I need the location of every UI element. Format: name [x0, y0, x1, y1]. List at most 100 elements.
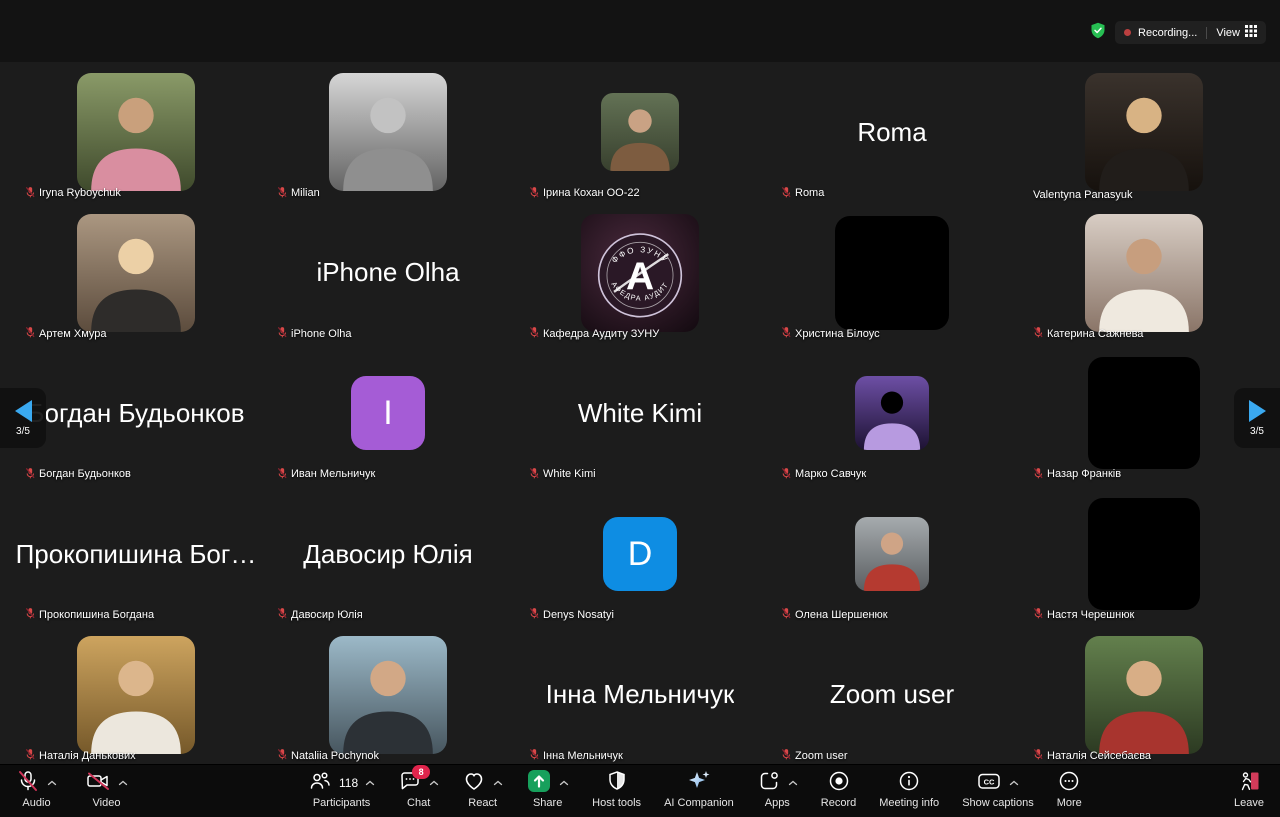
toolbar-record-button[interactable]: Record — [821, 769, 856, 809]
chevron-up-icon[interactable] — [118, 777, 128, 789]
chevron-up-icon[interactable] — [559, 777, 569, 789]
divider — [1206, 27, 1207, 39]
record-icon — [827, 769, 851, 796]
recording-status[interactable]: Recording... — [1138, 27, 1197, 39]
toolbar-meeting-info-button[interactable]: Meeting info — [879, 769, 939, 809]
participant-video-thumbnail — [329, 73, 447, 191]
participant-tile[interactable]: Назар Франків — [1018, 343, 1270, 484]
participant-video-thumbnail — [855, 376, 929, 450]
participant-tile[interactable]: Богдан БудьонковБогдан Будьонков — [10, 343, 262, 484]
security-shield-icon[interactable] — [1090, 22, 1106, 44]
toolbar-share-button[interactable]: Share — [526, 769, 569, 809]
toolbar-host-tools-button[interactable]: Host tools — [592, 769, 641, 809]
participant-name-label: Roma — [781, 186, 824, 201]
participant-video-thumbnail — [1085, 73, 1203, 191]
chevron-up-icon[interactable] — [47, 777, 57, 789]
toolbar-leave-button[interactable]: Leave — [1234, 769, 1264, 809]
participant-display-name: Богдан Будьонков — [27, 398, 244, 429]
heart-icon — [462, 769, 486, 796]
participant-name-text: Настя Черешнюк — [1047, 609, 1134, 621]
participant-name-text: Катерина Сажнева — [1047, 328, 1143, 340]
participant-name-text: Denys Nosatyi — [543, 609, 614, 621]
muted-mic-icon — [1033, 607, 1043, 622]
participant-tile[interactable]: Ірина Кохан ОО-22 — [514, 62, 766, 203]
toolbar-audio-button[interactable]: Audio — [16, 769, 57, 809]
participant-tile[interactable]: Nataliia Pochynok — [262, 624, 514, 765]
participant-tile[interactable]: Марко Савчук — [766, 343, 1018, 484]
participant-name-label: Настя Черешнюк — [1033, 607, 1134, 622]
participant-tile[interactable]: ФФО ЗУНУАКАФЕДРА АУДИТУКафедра Аудиту ЗУ… — [514, 203, 766, 344]
toolbar-item-label: Host tools — [592, 797, 641, 809]
chevron-up-icon[interactable] — [365, 777, 375, 789]
participant-tile[interactable]: Milian — [262, 62, 514, 203]
participant-tile[interactable]: DDenys Nosatyi — [514, 484, 766, 625]
toolbar-ai-companion-button[interactable]: AI Companion — [664, 769, 734, 809]
arrow-left-icon — [15, 400, 32, 422]
toolbar-item-label: Audio — [22, 797, 50, 809]
participant-tile[interactable]: Zoom userZoom user — [766, 624, 1018, 765]
toolbar-participants-button[interactable]: 118Participants — [308, 769, 375, 809]
muted-mic-icon — [1033, 467, 1043, 482]
muted-mic-icon — [277, 467, 287, 482]
participant-name-label: Иван Мельничук — [277, 467, 375, 482]
participant-tile[interactable]: Інна МельничукІнна Мельничук — [514, 624, 766, 765]
muted-mic-icon — [781, 748, 791, 763]
participant-tile[interactable]: White KimiWhite Kimi — [514, 343, 766, 484]
toolbar-video-button[interactable]: Video — [85, 769, 128, 809]
participant-tile[interactable]: Наталія Данькових — [10, 624, 262, 765]
participant-name-label: Valentyna Panasyuk — [1033, 189, 1132, 201]
toolbar-chat-button[interactable]: 8Chat — [398, 769, 439, 809]
organization-logo: ФФО ЗУНУАКАФЕДРА АУДИТУ — [581, 214, 699, 332]
toolbar-apps-button[interactable]: Apps — [757, 769, 798, 809]
page-indicator: 3/5 — [16, 426, 30, 437]
participant-tile[interactable]: iPhone OlhaiPhone Olha — [262, 203, 514, 344]
participant-display-name: Прокопишина Бог… — [16, 539, 257, 570]
participant-name-text: Прокопишина Богдана — [39, 609, 154, 621]
participant-tile[interactable]: Давосир ЮліяДавосир Юлія — [262, 484, 514, 625]
view-label: View — [1216, 27, 1240, 39]
participant-name-text: Zoom user — [795, 750, 848, 762]
participant-name-text: Олена Шершенюк — [795, 609, 888, 621]
participant-name-text: Артем Хмура — [39, 328, 107, 340]
participants-icon — [308, 769, 332, 796]
toolbar-item-label: Record — [821, 797, 856, 809]
participant-tile[interactable]: Олена Шершенюк — [766, 484, 1018, 625]
muted-mic-icon — [25, 186, 35, 201]
previous-page-button[interactable]: 3/5 — [0, 388, 46, 448]
view-button[interactable]: View — [1216, 24, 1257, 42]
participant-name-text: Кафедра Аудиту ЗУНУ — [543, 328, 659, 340]
participant-display-name: Roma — [857, 117, 926, 148]
participant-name-label: Denys Nosatyi — [529, 607, 614, 622]
participant-video-thumbnail — [77, 636, 195, 754]
participant-tile[interactable]: Христина Білоус — [766, 203, 1018, 344]
participant-tile[interactable]: Прокопишина Бог… Прокопишина Богдана — [10, 484, 262, 625]
toolbar-center-group: 118Participants 8Chat React Share Host tools… — [308, 769, 1082, 809]
participant-video-thumbnail — [601, 93, 679, 171]
chevron-up-icon[interactable] — [1009, 777, 1019, 789]
camera-off-video — [835, 216, 949, 330]
participant-name-text: Иван Мельничук — [291, 468, 375, 480]
participant-name-label: Кафедра Аудиту ЗУНУ — [529, 326, 659, 341]
participant-tile[interactable]: Настя Черешнюк — [1018, 484, 1270, 625]
chevron-up-icon[interactable] — [788, 777, 798, 789]
participant-tile[interactable]: Valentyna Panasyuk — [1018, 62, 1270, 203]
participant-name-label: Наталія Сейсебаєва — [1033, 748, 1151, 763]
toolbar-show-captions-button[interactable]: CCShow captions — [962, 769, 1034, 809]
toolbar-right-group: Leave — [1234, 769, 1264, 809]
next-page-button[interactable]: 3/5 — [1234, 388, 1280, 448]
chevron-up-icon[interactable] — [429, 777, 439, 789]
muted-mic-icon — [781, 186, 791, 201]
participant-tile[interactable]: Артем Хмура — [10, 203, 262, 344]
participant-tile[interactable]: IИван Мельничук — [262, 343, 514, 484]
participant-tile[interactable]: Наталія Сейсебаєва — [1018, 624, 1270, 765]
toolbar-more-button[interactable]: More — [1057, 769, 1082, 809]
participant-name-text: Інна Мельничук — [543, 750, 623, 762]
muted-mic-icon — [25, 748, 35, 763]
participant-tile[interactable]: Roma Roma — [766, 62, 1018, 203]
chevron-up-icon[interactable] — [493, 777, 503, 789]
participant-tile[interactable]: Катерина Сажнева — [1018, 203, 1270, 344]
participant-name-text: Давосир Юлія — [291, 609, 363, 621]
toolbar-react-button[interactable]: React — [462, 769, 503, 809]
participant-name-label: Катерина Сажнева — [1033, 326, 1143, 341]
participant-tile[interactable]: Iryna Ryboychuk — [10, 62, 262, 203]
